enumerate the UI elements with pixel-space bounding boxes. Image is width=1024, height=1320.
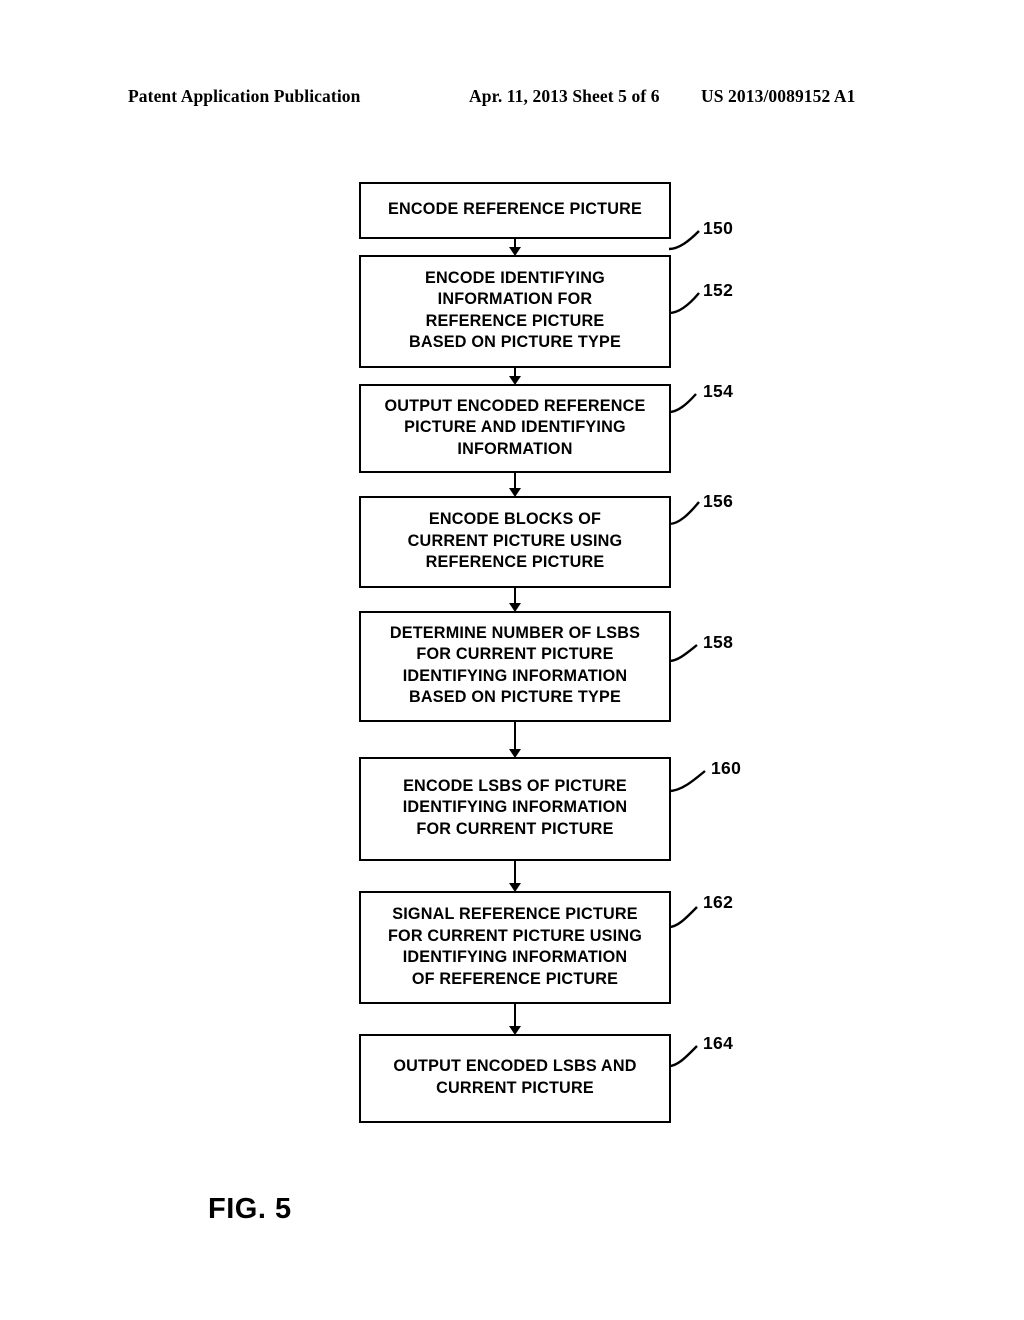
flow-node-164-line-0: OUTPUT ENCODED LSBS AND [393, 1057, 637, 1075]
connector-158-160 [359, 721, 671, 758]
flow-node-150-line-0: ENCODE REFERENCE PICTURE [388, 200, 642, 218]
flow-node-152: ENCODE IDENTIFYING INFORMATION FOR REFER… [359, 254, 733, 368]
flow-node-158: DETERMINE NUMBER OF LSBS FOR CURRENT PIC… [359, 610, 733, 722]
flow-node-152-line-3: BASED ON PICTURE TYPE [409, 333, 621, 351]
ref-number-162: 162 [703, 892, 734, 912]
flow-node-160-line-2: FOR CURRENT PICTURE [416, 819, 614, 838]
flow-node-162: SIGNAL REFERENCE PICTURE FOR CURRENT PIC… [359, 891, 733, 1004]
callout-164: 164 [668, 1033, 789, 1082]
leader-line-162 [668, 906, 698, 929]
flow-node-158-line-3: BASED ON PICTURE TYPE [409, 688, 621, 706]
flow-node-154-line-0: OUTPUT ENCODED REFERENCE [384, 396, 646, 415]
flow-node-164: OUTPUT ENCODED LSBS AND CURRENT PICTURE … [359, 1033, 733, 1123]
flowchart: ENCODE REFERENCE PICTURE 150 ENCODE IDEN… [359, 182, 741, 1123]
publication-label: Patent Application Publication [128, 86, 361, 106]
ref-number-158: 158 [703, 631, 734, 652]
page-header: Patent Application Publication Apr. 11, … [128, 86, 888, 110]
flow-node-152-line-0: ENCODE IDENTIFYING [425, 268, 605, 287]
flow-node-160-line-0: ENCODE LSBS OF PICTURE [403, 776, 627, 795]
flow-node-152-line-1: INFORMATION FOR [437, 290, 593, 308]
connector-156-158 [359, 587, 671, 612]
flow-node-162-line-1: FOR CURRENT PICTURE USING [387, 926, 643, 945]
flow-node-156-line-1: CURRENT PICTURE USING [407, 531, 623, 550]
flow-node-156: ENCODE BLOCKS OF CURRENT PICTURE USING R… [359, 491, 733, 588]
callout-156: 156 [668, 491, 789, 540]
flow-node-158-line-1: FOR CURRENT PICTURE [416, 645, 614, 663]
leader-line-156 [668, 501, 700, 526]
ref-number-164: 164 [703, 1033, 734, 1053]
leader-line-154 [668, 392, 697, 413]
flow-node-162-line-3: OF REFERENCE PICTURE [411, 969, 619, 988]
connector-162-164 [359, 1004, 671, 1035]
connector-154-156 [359, 473, 671, 497]
connector-stem [513, 721, 517, 750]
flow-node-152-line-2: REFERENCE PICTURE [425, 311, 605, 330]
leader-line-164 [668, 1045, 698, 1068]
connector-stem [513, 587, 517, 604]
leader-line-158 [668, 643, 698, 662]
flow-node-160: ENCODE LSBS OF PICTURE IDENTIFYING INFOR… [359, 756, 741, 861]
callout-150: 150 [668, 217, 789, 267]
connector-stem [513, 473, 517, 489]
flow-node-162-line-2: IDENTIFYING INFORMATION [402, 948, 628, 966]
flow-node-154-line-2: INFORMATION [457, 439, 573, 458]
callout-154: 154 [668, 380, 789, 430]
callout-160: 160 [668, 757, 789, 807]
flow-node-154-line-1: PICTURE AND IDENTIFYING [404, 418, 626, 436]
callout-162: 162 [668, 892, 789, 941]
flow-node-156-line-0: ENCODE BLOCKS OF [428, 510, 602, 528]
connector-stem [513, 1004, 517, 1027]
leader-line-160 [668, 769, 706, 792]
flow-node-154: OUTPUT ENCODED REFERENCE PICTURE AND IDE… [359, 381, 733, 473]
flow-node-158-line-2: IDENTIFYING INFORMATION [402, 666, 628, 685]
ref-number-156: 156 [703, 491, 734, 511]
flow-node-156-line-2: REFERENCE PICTURE [425, 553, 605, 571]
flow-node-162-line-0: SIGNAL REFERENCE PICTURE [392, 905, 638, 923]
connector-152-154 [359, 367, 671, 385]
connector-160-162 [359, 861, 671, 892]
callout-152: 152 [668, 279, 789, 329]
publication-date-sheet: Apr. 11, 2013 Sheet 5 of 6 [469, 86, 660, 106]
figure-caption: FIG. 5 [208, 1193, 292, 1225]
connector-stem [513, 861, 517, 884]
flow-node-160-line-1: IDENTIFYING INFORMATION [402, 798, 628, 816]
flow-node-158-line-0: DETERMINE NUMBER OF LSBS [389, 623, 641, 642]
leader-line-152 [668, 291, 700, 314]
ref-number-154: 154 [703, 380, 734, 401]
ref-number-160: 160 [711, 757, 742, 778]
connector-150-152 [359, 238, 671, 256]
ref-number-150: 150 [703, 217, 734, 238]
leader-line-150 [668, 229, 700, 250]
flow-node-150: ENCODE REFERENCE PICTURE 150 [359, 182, 733, 250]
publication-number: US 2013/0089152 A1 [701, 86, 856, 106]
ref-number-152: 152 [703, 279, 734, 300]
callout-158: 158 [668, 631, 789, 681]
flow-node-164-line-1: CURRENT PICTURE [436, 1078, 594, 1097]
